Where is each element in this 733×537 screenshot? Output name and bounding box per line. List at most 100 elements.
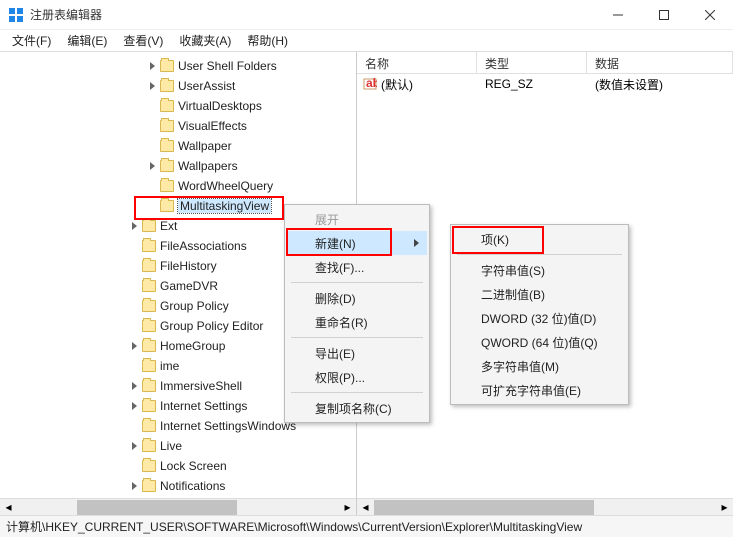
menu-item[interactable]: 权限(P)... (287, 365, 427, 389)
expand-icon[interactable] (128, 400, 140, 412)
expand-icon[interactable] (146, 140, 158, 152)
menu-item[interactable]: 查找(F)... (287, 255, 427, 279)
expand-icon[interactable] (128, 440, 140, 452)
context-menu: 展开新建(N)查找(F)...删除(D)重命名(R)导出(E)权限(P)...复… (284, 204, 430, 423)
scroll-left-icon[interactable]: ◂ (357, 499, 374, 516)
expand-icon[interactable] (146, 60, 158, 72)
expand-icon[interactable] (128, 480, 140, 492)
menu-item[interactable]: 新建(N) (287, 231, 427, 255)
menu-edit[interactable]: 编辑(E) (59, 30, 115, 51)
folder-icon (142, 440, 156, 452)
scroll-left-icon[interactable]: ◂ (0, 499, 17, 516)
tree-label: GameDVR (160, 279, 218, 293)
menu-item[interactable]: 导出(E) (287, 341, 427, 365)
expand-icon[interactable] (128, 300, 140, 312)
folder-icon (160, 60, 174, 72)
expand-icon[interactable] (128, 360, 140, 372)
tree-item[interactable]: Wallpapers (0, 156, 356, 176)
folder-icon (160, 80, 174, 92)
expand-icon[interactable] (146, 120, 158, 132)
maximize-button[interactable] (641, 0, 687, 30)
expand-icon[interactable] (128, 380, 140, 392)
tree-label: ime (160, 359, 179, 373)
menu-separator (291, 337, 423, 338)
folder-icon (142, 300, 156, 312)
minimize-button[interactable] (595, 0, 641, 30)
scroll-right-icon[interactable]: ▸ (339, 499, 356, 516)
expand-icon[interactable] (128, 240, 140, 252)
col-name[interactable]: 名称 (357, 52, 477, 73)
tree-item[interactable]: VirtualDesktops (0, 96, 356, 116)
tree-label: User Shell Folders (178, 59, 277, 73)
expand-icon[interactable] (128, 340, 140, 352)
tree-item[interactable]: User Shell Folders (0, 56, 356, 76)
tree-item[interactable]: Lock Screen (0, 456, 356, 476)
menu-item[interactable]: 复制项名称(C) (287, 396, 427, 420)
expand-icon[interactable] (146, 180, 158, 192)
status-path: 计算机\HKEY_CURRENT_USER\SOFTWARE\Microsoft… (6, 518, 582, 535)
tree-item[interactable]: Wallpaper (0, 136, 356, 156)
tree-hscroll[interactable]: ◂ ▸ (0, 498, 356, 515)
folder-icon (160, 100, 174, 112)
list-hscroll[interactable]: ◂ ▸ (357, 498, 733, 515)
menu-file[interactable]: 文件(F) (4, 30, 59, 51)
expand-icon[interactable] (128, 280, 140, 292)
menu-item[interactable]: 项(K) (453, 227, 626, 251)
menu-item[interactable]: 重命名(R) (287, 310, 427, 334)
expand-icon[interactable] (128, 460, 140, 472)
tree-label: FileAssociations (160, 239, 247, 253)
tree-label: Internet Settings (160, 399, 247, 413)
folder-icon (142, 360, 156, 372)
tree-label: Group Policy Editor (160, 319, 263, 333)
expand-icon[interactable] (146, 200, 158, 212)
tree-item[interactable]: WordWheelQuery (0, 176, 356, 196)
menu-item[interactable]: 多字符串值(M) (453, 354, 626, 378)
tree-label: VirtualDesktops (178, 99, 262, 113)
expand-icon[interactable] (128, 260, 140, 272)
scroll-right-icon[interactable]: ▸ (716, 499, 733, 516)
tree-label: FileHistory (160, 259, 217, 273)
menu-item[interactable]: 字符串值(S) (453, 258, 626, 282)
folder-icon (142, 240, 156, 252)
close-button[interactable] (687, 0, 733, 30)
menu-view[interactable]: 查看(V) (115, 30, 171, 51)
tree-item[interactable]: VisualEffects (0, 116, 356, 136)
col-data[interactable]: 数据 (587, 52, 733, 73)
folder-icon (160, 160, 174, 172)
row-data: (数值未设置) (587, 76, 733, 93)
folder-icon (160, 140, 174, 152)
folder-icon (142, 380, 156, 392)
row-type: REG_SZ (477, 77, 587, 91)
folder-icon (142, 220, 156, 232)
expand-icon[interactable] (128, 320, 140, 332)
folder-icon (160, 200, 174, 212)
string-value-icon: ab (363, 77, 377, 91)
tree-label: Internet SettingsWindows (160, 419, 296, 433)
folder-icon (142, 260, 156, 272)
tree-item[interactable]: Notifications (0, 476, 356, 496)
row-name: (默认) (381, 76, 413, 93)
menu-favorites[interactable]: 收藏夹(A) (171, 30, 239, 51)
folder-icon (142, 420, 156, 432)
tree-label: Ext (160, 219, 177, 233)
folder-icon (160, 180, 174, 192)
expand-icon[interactable] (128, 220, 140, 232)
list-row[interactable]: ab (默认) REG_SZ (数值未设置) (357, 74, 733, 94)
tree-item[interactable]: Live (0, 436, 356, 456)
expand-icon[interactable] (128, 420, 140, 432)
menu-help[interactable]: 帮助(H) (239, 30, 296, 51)
app-icon (8, 7, 24, 23)
expand-icon[interactable] (146, 160, 158, 172)
menu-item[interactable]: 可扩充字符串值(E) (453, 378, 626, 402)
menu-item[interactable]: DWORD (32 位)值(D) (453, 306, 626, 330)
tree-item[interactable]: UserAssist (0, 76, 356, 96)
folder-icon (142, 400, 156, 412)
tree-label: Lock Screen (160, 459, 227, 473)
menu-item[interactable]: QWORD (64 位)值(Q) (453, 330, 626, 354)
menu-item[interactable]: 二进制值(B) (453, 282, 626, 306)
expand-icon[interactable] (146, 80, 158, 92)
menu-item[interactable]: 删除(D) (287, 286, 427, 310)
tree-label: Wallpapers (178, 159, 238, 173)
col-type[interactable]: 类型 (477, 52, 587, 73)
expand-icon[interactable] (146, 100, 158, 112)
